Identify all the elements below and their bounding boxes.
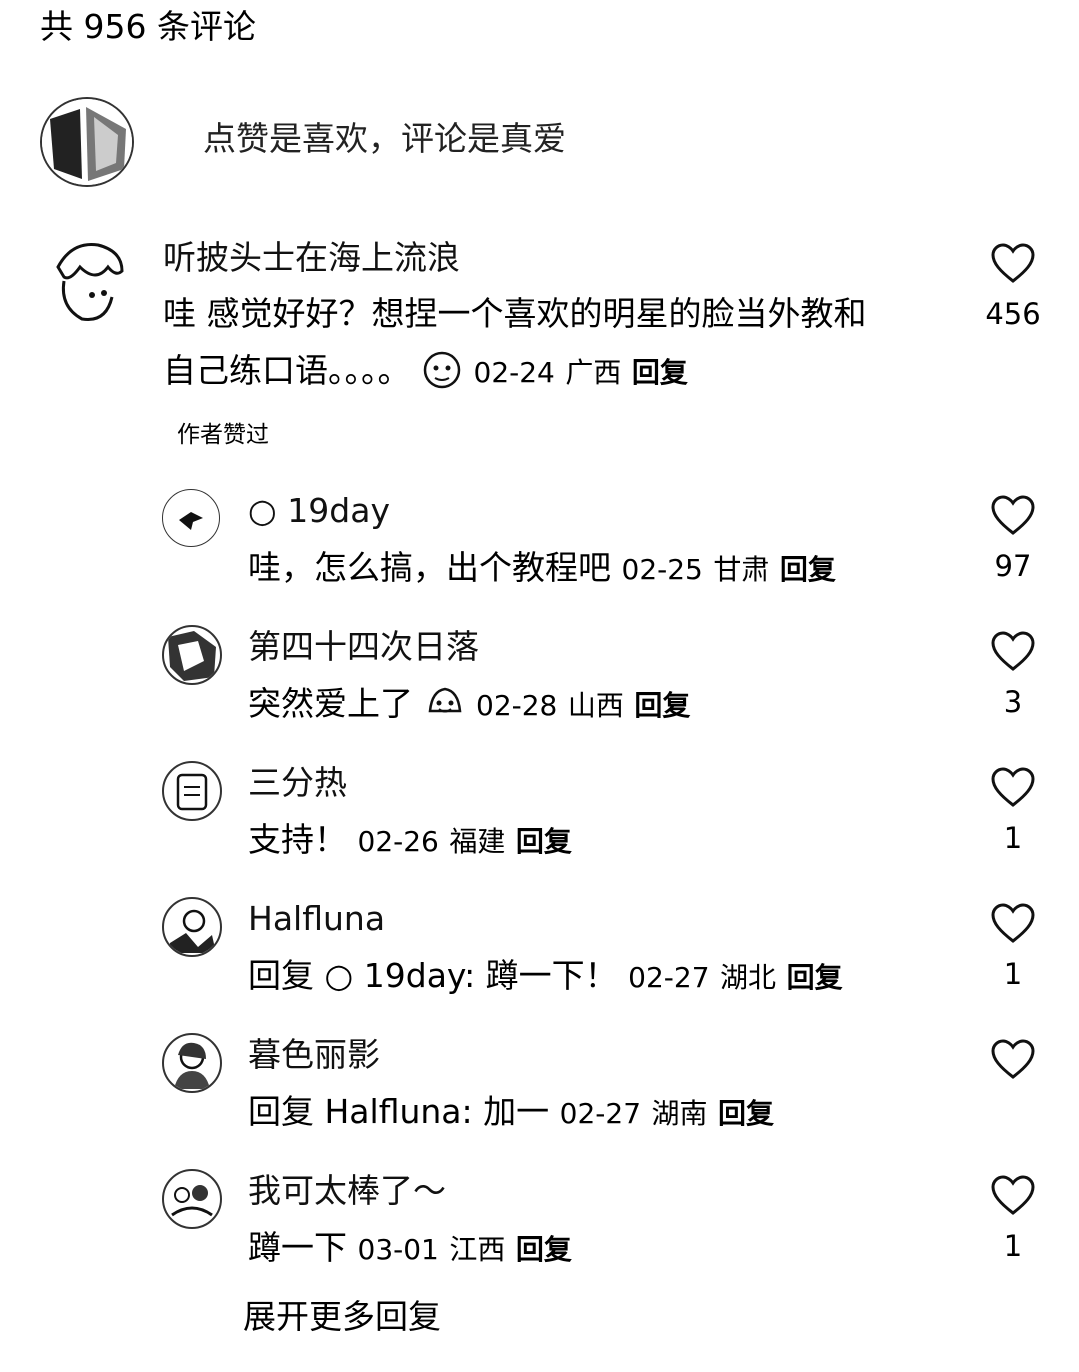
reply-text-row: 蹲一下 03-01 江西 回复 bbox=[248, 1220, 572, 1278]
reply-text-row: 回复 Halfluna: 加一 02-27 湖南 回复 bbox=[248, 1084, 774, 1142]
reply-username[interactable]: ○ 19day bbox=[248, 489, 390, 533]
reply-reply-button[interactable]: 回复 bbox=[780, 553, 836, 586]
heart-outline-icon bbox=[991, 767, 1035, 807]
reply-region: 湖北 bbox=[720, 961, 777, 994]
reply-like-button[interactable] bbox=[968, 1038, 1058, 1090]
reply-like-button[interactable]: 3 bbox=[968, 630, 1058, 722]
heart-outline-icon bbox=[991, 495, 1035, 535]
reply-like-button[interactable]: 1 bbox=[968, 902, 1058, 994]
reply-avatar[interactable] bbox=[162, 761, 222, 821]
comment-text-line2-text: 自己练口语。。。。 bbox=[163, 351, 411, 390]
reply-avatar[interactable] bbox=[162, 1169, 222, 1229]
reply-reply-button[interactable]: 回复 bbox=[718, 1097, 774, 1130]
heart-outline-icon bbox=[991, 243, 1035, 283]
comment-like-button[interactable]: 456 bbox=[968, 242, 1058, 334]
reply-text: 蹲一下 bbox=[248, 1228, 347, 1267]
reply-like-button[interactable]: 97 bbox=[968, 494, 1058, 586]
reply-region: 福建 bbox=[449, 825, 506, 858]
reply-avatar[interactable] bbox=[162, 1033, 222, 1093]
reply-text: 支持！ bbox=[248, 820, 347, 859]
expand-more-replies-button[interactable]: 展开更多回复 bbox=[243, 1294, 441, 1340]
reply-username[interactable]: 我可太棒了～ bbox=[248, 1169, 446, 1213]
reply-username[interactable]: 第四十四次日落 bbox=[248, 625, 479, 669]
reply-like-count: 1 bbox=[1003, 957, 1023, 991]
reply-text-row: 回复 ○ 19day: 蹲一下！ 02-27 湖北 回复 bbox=[248, 948, 843, 1006]
heart-outline-icon bbox=[991, 903, 1035, 943]
reply-region: 山西 bbox=[567, 689, 624, 722]
reply-text-row: 突然爱上了 02-28 山西 回复 bbox=[248, 676, 690, 734]
sticker-emoji-icon bbox=[421, 348, 463, 390]
comment-count-title: 共 956 条评论 bbox=[40, 7, 256, 46]
reply-like-count: 1 bbox=[1003, 1229, 1023, 1263]
my-avatar bbox=[40, 97, 134, 187]
comment-input[interactable]: 点赞是喜欢，评论是真爱 bbox=[203, 116, 566, 162]
reply-date: 02-27 bbox=[559, 1097, 642, 1130]
reply-reply-button[interactable]: 回复 bbox=[787, 961, 843, 994]
comment-text-line2: 自己练口语。。。。 02-24 广西 回复 bbox=[163, 343, 688, 401]
reply-text: 回复 ○ 19day: 蹲一下！ bbox=[248, 956, 618, 995]
reply-avatar[interactable] bbox=[162, 489, 220, 547]
reply-text: 突然爱上了 bbox=[248, 684, 413, 723]
reply-username[interactable]: Halfluna bbox=[248, 897, 385, 941]
comment-date: 02-24 bbox=[473, 356, 555, 389]
reply-reply-button[interactable]: 回复 bbox=[634, 689, 690, 722]
reply-username[interactable]: 暮色丽影 bbox=[248, 1033, 380, 1077]
sticker-emoji-icon bbox=[424, 681, 466, 723]
heart-outline-icon bbox=[991, 1175, 1035, 1215]
reply-date: 03-01 bbox=[357, 1233, 439, 1266]
reply-text: 哇，怎么搞，出个教程吧 bbox=[248, 548, 611, 587]
author-liked-badge: 作者赞过 bbox=[177, 422, 269, 448]
comment-region: 广西 bbox=[565, 356, 622, 389]
reply-date: 02-26 bbox=[357, 825, 439, 858]
reply-like-count: 1 bbox=[1003, 821, 1023, 855]
heart-outline-icon bbox=[991, 631, 1035, 671]
reply-date: 02-27 bbox=[628, 961, 710, 994]
commenter-username[interactable]: 听披头士在海上流浪 bbox=[163, 236, 460, 280]
comment-like-count: 456 bbox=[985, 297, 1041, 331]
reply-text: 回复 Halfluna: 加一 bbox=[248, 1092, 550, 1131]
commenter-avatar[interactable] bbox=[52, 237, 128, 325]
reply-text-row: 支持！ 02-26 福建 回复 bbox=[248, 812, 572, 870]
reply-region: 湖南 bbox=[651, 1097, 708, 1130]
reply-avatar[interactable] bbox=[162, 897, 222, 957]
reply-region: 江西 bbox=[449, 1233, 506, 1266]
reply-reply-button[interactable]: 回复 bbox=[516, 825, 572, 858]
reply-text-row: 哇，怎么搞，出个教程吧 02-25 甘肃 回复 bbox=[248, 540, 836, 598]
reply-like-button[interactable]: 1 bbox=[968, 766, 1058, 858]
reply-like-count: 97 bbox=[994, 549, 1032, 583]
reply-reply-button[interactable]: 回复 bbox=[516, 1233, 572, 1266]
reply-region: 甘肃 bbox=[713, 553, 770, 586]
reply-date: 02-28 bbox=[476, 689, 558, 722]
heart-outline-icon bbox=[991, 1039, 1035, 1079]
reply-username[interactable]: 三分热 bbox=[248, 761, 347, 805]
reply-like-button[interactable]: 1 bbox=[968, 1174, 1058, 1266]
comment-reply-button[interactable]: 回复 bbox=[632, 356, 688, 389]
comment-text-line1: 哇 感觉好好？想捏一个喜欢的明星的脸当外教和 bbox=[163, 294, 867, 333]
reply-date: 02-25 bbox=[621, 553, 703, 586]
reply-avatar[interactable] bbox=[162, 625, 222, 685]
reply-like-count: 3 bbox=[1003, 685, 1023, 719]
